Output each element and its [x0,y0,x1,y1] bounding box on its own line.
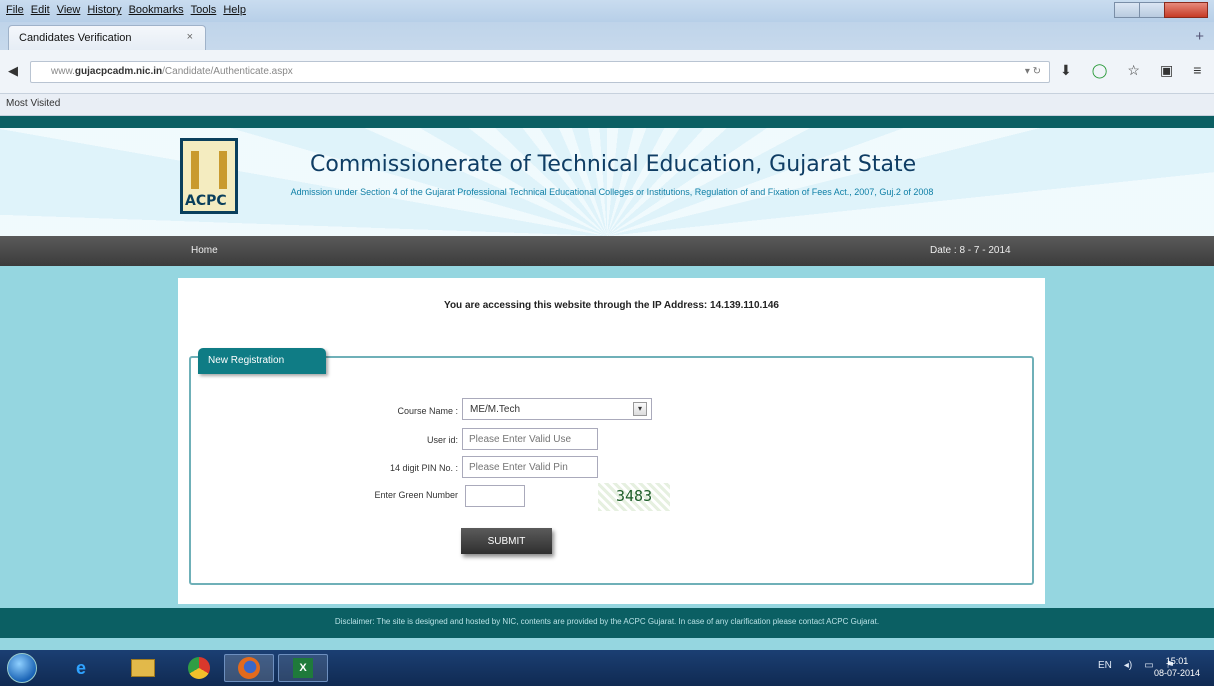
tab-close-icon[interactable]: × [187,31,193,43]
maximize-button[interactable] [1139,2,1165,18]
tab-title: Candidates Verification [19,32,132,44]
menu-view[interactable]: View [57,4,81,16]
network-icon[interactable]: ▭ [1144,660,1153,671]
clock-date: 08-07-2014 [1153,668,1200,678]
close-window-button[interactable] [1164,2,1208,18]
firefox-icon[interactable] [224,654,274,682]
menu-tools[interactable]: Tools [191,4,217,16]
bookmarks-menu-icon[interactable]: ▣ [1160,62,1173,79]
tab-candidates-verification[interactable]: Candidates Verification × [8,25,206,50]
pin-label: 14 digit PIN No. : [389,463,458,473]
page-top-strip [0,116,1214,128]
menu-history[interactable]: History [87,4,121,16]
windows-logo-icon [7,653,37,683]
start-button[interactable] [4,651,40,685]
captcha-text: 3483 [616,487,653,505]
address-bar[interactable]: www.gujacpcadm.nic.in/Candidate/Authenti… [30,61,1050,83]
back-arrow-icon[interactable]: ◀ [8,63,18,79]
menu-help[interactable]: Help [223,4,246,16]
tab-bar: Candidates Verification × + [0,22,1214,50]
minimize-button[interactable] [1114,2,1140,18]
bookmarks-toolbar: Most Visited [0,94,1214,116]
site-title: Commissionerate of Technical Education, … [310,152,917,177]
green-number-input[interactable] [465,485,525,507]
new-tab-plus-icon[interactable]: + [1195,28,1204,45]
firefox-logo-icon [238,657,260,679]
url-text: www.gujacpcadm.nic.in/Candidate/Authenti… [51,66,293,77]
legend-label: New Registration [208,355,285,366]
user-id-input[interactable] [462,428,598,450]
logo-text: ACPC [185,193,227,209]
site-footer: Disclaimer: The site is designed and hos… [0,608,1214,638]
pin-input[interactable] [462,456,598,478]
navigation-bar: ◀ www.gujacpcadm.nic.in/Candidate/Authen… [0,50,1214,94]
course-selected-value: ME/M.Tech [470,404,521,415]
current-date: Date : 8 - 7 - 2014 [930,245,1011,256]
reload-icon[interactable]: ▾ ↻ [1025,66,1041,77]
submit-button[interactable]: SUBMIT [461,528,552,554]
menu-file[interactable]: File [6,4,24,16]
bookmark-most-visited[interactable]: Most Visited [6,98,60,109]
internet-explorer-icon[interactable]: e [58,654,104,682]
site-header: ACPC Commissionerate of Technical Educat… [0,128,1214,236]
logo-pillar-right [219,151,227,189]
captcha-image: 3483 [598,483,670,511]
footer-strip [0,638,1214,650]
window-controls [1114,2,1208,18]
addon-icon[interactable]: ◯ [1092,62,1108,79]
green-number-label: Enter Green Number [374,490,458,500]
browser-menubar: File Edit View History Bookmarks Tools H… [0,0,1214,22]
registration-panel: You are accessing this website through t… [178,278,1045,604]
site-navigation: Home Date : 8 - 7 - 2014 [0,236,1214,266]
bookmark-star-icon[interactable]: ☆ [1127,62,1140,79]
taskbar-clock[interactable]: 15:01 08-07-2014 [1154,655,1200,679]
chrome-icon[interactable] [176,654,222,682]
menu-bookmarks[interactable]: Bookmarks [129,4,184,16]
clock-time: 15:01 [1165,656,1189,666]
language-indicator[interactable]: EN [1098,660,1112,671]
windows-taskbar: e X EN ◂) ▭ ⚑ 15:01 08-07-2014 [0,650,1214,686]
folder-icon [131,659,155,677]
disclaimer-text: Disclaimer: The site is designed and hos… [334,617,880,626]
course-name-label: Course Name : [397,406,458,416]
dropdown-arrow-icon[interactable]: ▾ [633,402,647,416]
excel-icon[interactable]: X [278,654,328,682]
download-icon[interactable]: ⬇ [1060,62,1072,79]
file-explorer-icon[interactable] [120,654,166,682]
menu-edit[interactable]: Edit [31,4,50,16]
hamburger-menu-icon[interactable]: ≡ [1193,62,1201,79]
chrome-logo-icon [188,657,210,679]
acpc-logo: ACPC [180,138,238,214]
logo-pillar-left [191,151,199,189]
excel-logo-icon: X [293,658,313,678]
user-id-label: User id: [426,435,458,445]
site-subtitle: Admission under Section 4 of the Gujarat… [290,187,934,197]
volume-icon[interactable]: ◂) [1124,660,1132,671]
course-name-select[interactable]: ME/M.Tech ▾ [462,398,652,420]
ip-address-notice: You are accessing this website through t… [444,300,779,311]
menu-list: File Edit View History Bookmarks Tools H… [6,4,246,16]
new-registration-legend: New Registration [198,348,326,374]
home-link[interactable]: Home [191,245,218,256]
toolbar-icons: ⬇ ◯ ☆ ▣ ≡ [1060,62,1201,79]
